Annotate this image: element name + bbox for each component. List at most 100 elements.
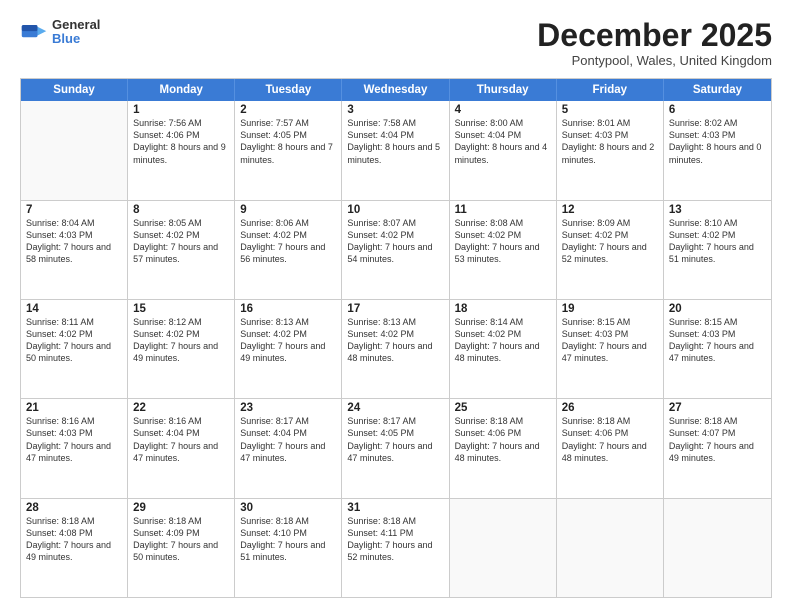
day-info: Sunrise: 8:12 AM Sunset: 4:02 PM Dayligh… <box>133 316 229 365</box>
day-cell: 15Sunrise: 8:12 AM Sunset: 4:02 PM Dayli… <box>128 300 235 398</box>
day-cell: 31Sunrise: 8:18 AM Sunset: 4:11 PM Dayli… <box>342 499 449 597</box>
day-cell: 19Sunrise: 8:15 AM Sunset: 4:03 PM Dayli… <box>557 300 664 398</box>
day-info: Sunrise: 8:17 AM Sunset: 4:04 PM Dayligh… <box>240 415 336 464</box>
day-number: 31 <box>347 502 443 514</box>
logo-text: General Blue <box>52 18 100 47</box>
day-info: Sunrise: 7:57 AM Sunset: 4:05 PM Dayligh… <box>240 117 336 166</box>
day-number: 11 <box>455 204 551 216</box>
day-cell: 11Sunrise: 8:08 AM Sunset: 4:02 PM Dayli… <box>450 201 557 299</box>
day-cell: 16Sunrise: 8:13 AM Sunset: 4:02 PM Dayli… <box>235 300 342 398</box>
day-cell: 5Sunrise: 8:01 AM Sunset: 4:03 PM Daylig… <box>557 101 664 199</box>
day-number: 1 <box>133 104 229 116</box>
day-info: Sunrise: 8:07 AM Sunset: 4:02 PM Dayligh… <box>347 217 443 266</box>
day-info: Sunrise: 8:18 AM Sunset: 4:11 PM Dayligh… <box>347 515 443 564</box>
day-header-monday: Monday <box>128 79 235 101</box>
day-cell: 6Sunrise: 8:02 AM Sunset: 4:03 PM Daylig… <box>664 101 771 199</box>
day-cell: 26Sunrise: 8:18 AM Sunset: 4:06 PM Dayli… <box>557 399 664 497</box>
day-info: Sunrise: 8:01 AM Sunset: 4:03 PM Dayligh… <box>562 117 658 166</box>
day-header-friday: Friday <box>557 79 664 101</box>
day-cell: 25Sunrise: 8:18 AM Sunset: 4:06 PM Dayli… <box>450 399 557 497</box>
day-cell: 20Sunrise: 8:15 AM Sunset: 4:03 PM Dayli… <box>664 300 771 398</box>
week-row-3: 14Sunrise: 8:11 AM Sunset: 4:02 PM Dayli… <box>21 300 771 399</box>
day-cell: 9Sunrise: 8:06 AM Sunset: 4:02 PM Daylig… <box>235 201 342 299</box>
day-info: Sunrise: 8:02 AM Sunset: 4:03 PM Dayligh… <box>669 117 766 166</box>
day-cell: 13Sunrise: 8:10 AM Sunset: 4:02 PM Dayli… <box>664 201 771 299</box>
day-cell <box>557 499 664 597</box>
day-info: Sunrise: 8:10 AM Sunset: 4:02 PM Dayligh… <box>669 217 766 266</box>
day-cell: 22Sunrise: 8:16 AM Sunset: 4:04 PM Dayli… <box>128 399 235 497</box>
logo-blue-text: Blue <box>52 32 100 46</box>
day-number: 22 <box>133 402 229 414</box>
day-cell: 1Sunrise: 7:56 AM Sunset: 4:06 PM Daylig… <box>128 101 235 199</box>
day-info: Sunrise: 8:13 AM Sunset: 4:02 PM Dayligh… <box>347 316 443 365</box>
day-header-wednesday: Wednesday <box>342 79 449 101</box>
day-cell: 29Sunrise: 8:18 AM Sunset: 4:09 PM Dayli… <box>128 499 235 597</box>
day-cell <box>21 101 128 199</box>
day-number: 10 <box>347 204 443 216</box>
day-info: Sunrise: 8:18 AM Sunset: 4:09 PM Dayligh… <box>133 515 229 564</box>
day-header-tuesday: Tuesday <box>235 79 342 101</box>
day-info: Sunrise: 8:11 AM Sunset: 4:02 PM Dayligh… <box>26 316 122 365</box>
day-cell: 4Sunrise: 8:00 AM Sunset: 4:04 PM Daylig… <box>450 101 557 199</box>
day-number: 14 <box>26 303 122 315</box>
week-row-4: 21Sunrise: 8:16 AM Sunset: 4:03 PM Dayli… <box>21 399 771 498</box>
day-info: Sunrise: 8:04 AM Sunset: 4:03 PM Dayligh… <box>26 217 122 266</box>
logo-general-text: General <box>52 18 100 32</box>
day-info: Sunrise: 8:15 AM Sunset: 4:03 PM Dayligh… <box>669 316 766 365</box>
day-cell: 2Sunrise: 7:57 AM Sunset: 4:05 PM Daylig… <box>235 101 342 199</box>
day-info: Sunrise: 8:18 AM Sunset: 4:08 PM Dayligh… <box>26 515 122 564</box>
day-cell: 8Sunrise: 8:05 AM Sunset: 4:02 PM Daylig… <box>128 201 235 299</box>
day-info: Sunrise: 8:15 AM Sunset: 4:03 PM Dayligh… <box>562 316 658 365</box>
day-number: 3 <box>347 104 443 116</box>
day-cell: 14Sunrise: 8:11 AM Sunset: 4:02 PM Dayli… <box>21 300 128 398</box>
calendar: SundayMondayTuesdayWednesdayThursdayFrid… <box>20 78 772 598</box>
day-cell <box>450 499 557 597</box>
day-header-saturday: Saturday <box>664 79 771 101</box>
day-info: Sunrise: 8:16 AM Sunset: 4:04 PM Dayligh… <box>133 415 229 464</box>
day-number: 25 <box>455 402 551 414</box>
day-number: 7 <box>26 204 122 216</box>
calendar-grid: 1Sunrise: 7:56 AM Sunset: 4:06 PM Daylig… <box>21 101 771 597</box>
day-info: Sunrise: 8:05 AM Sunset: 4:02 PM Dayligh… <box>133 217 229 266</box>
week-row-1: 1Sunrise: 7:56 AM Sunset: 4:06 PM Daylig… <box>21 101 771 200</box>
week-row-2: 7Sunrise: 8:04 AM Sunset: 4:03 PM Daylig… <box>21 201 771 300</box>
day-cell: 7Sunrise: 8:04 AM Sunset: 4:03 PM Daylig… <box>21 201 128 299</box>
day-number: 15 <box>133 303 229 315</box>
day-number: 23 <box>240 402 336 414</box>
day-header-thursday: Thursday <box>450 79 557 101</box>
day-number: 29 <box>133 502 229 514</box>
day-cell: 23Sunrise: 8:17 AM Sunset: 4:04 PM Dayli… <box>235 399 342 497</box>
day-info: Sunrise: 8:18 AM Sunset: 4:06 PM Dayligh… <box>562 415 658 464</box>
day-number: 27 <box>669 402 766 414</box>
day-info: Sunrise: 8:00 AM Sunset: 4:04 PM Dayligh… <box>455 117 551 166</box>
day-number: 24 <box>347 402 443 414</box>
day-headers: SundayMondayTuesdayWednesdayThursdayFrid… <box>21 79 771 101</box>
day-cell: 27Sunrise: 8:18 AM Sunset: 4:07 PM Dayli… <box>664 399 771 497</box>
day-number: 16 <box>240 303 336 315</box>
day-cell: 17Sunrise: 8:13 AM Sunset: 4:02 PM Dayli… <box>342 300 449 398</box>
day-number: 18 <box>455 303 551 315</box>
header: General Blue December 2025 Pontypool, Wa… <box>20 18 772 68</box>
logo: General Blue <box>20 18 100 47</box>
day-info: Sunrise: 8:18 AM Sunset: 4:07 PM Dayligh… <box>669 415 766 464</box>
day-cell: 28Sunrise: 8:18 AM Sunset: 4:08 PM Dayli… <box>21 499 128 597</box>
logo-icon <box>20 18 48 46</box>
page: General Blue December 2025 Pontypool, Wa… <box>0 0 792 612</box>
day-cell: 30Sunrise: 8:18 AM Sunset: 4:10 PM Dayli… <box>235 499 342 597</box>
day-cell: 18Sunrise: 8:14 AM Sunset: 4:02 PM Dayli… <box>450 300 557 398</box>
day-number: 13 <box>669 204 766 216</box>
day-info: Sunrise: 8:06 AM Sunset: 4:02 PM Dayligh… <box>240 217 336 266</box>
day-cell: 24Sunrise: 8:17 AM Sunset: 4:05 PM Dayli… <box>342 399 449 497</box>
day-number: 17 <box>347 303 443 315</box>
day-number: 26 <box>562 402 658 414</box>
day-info: Sunrise: 8:08 AM Sunset: 4:02 PM Dayligh… <box>455 217 551 266</box>
day-number: 6 <box>669 104 766 116</box>
day-number: 2 <box>240 104 336 116</box>
day-number: 28 <box>26 502 122 514</box>
day-number: 30 <box>240 502 336 514</box>
day-info: Sunrise: 8:09 AM Sunset: 4:02 PM Dayligh… <box>562 217 658 266</box>
day-cell: 21Sunrise: 8:16 AM Sunset: 4:03 PM Dayli… <box>21 399 128 497</box>
day-number: 19 <box>562 303 658 315</box>
day-info: Sunrise: 7:58 AM Sunset: 4:04 PM Dayligh… <box>347 117 443 166</box>
week-row-5: 28Sunrise: 8:18 AM Sunset: 4:08 PM Dayli… <box>21 499 771 597</box>
